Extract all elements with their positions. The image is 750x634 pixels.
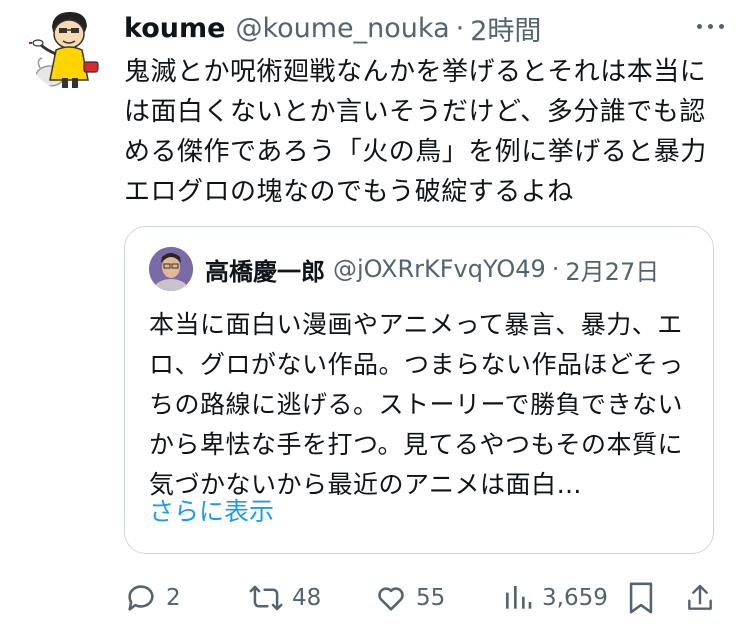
views-button[interactable]: 3,659 xyxy=(502,576,608,620)
show-more-link[interactable]: さらに表示 xyxy=(149,495,274,529)
bookmark-button[interactable] xyxy=(626,576,656,620)
quoted-post-card[interactable]: 高橋慶一郎 @jOXRrKFvqYO49 · 2月27日 本当に面白い漫画やアニ… xyxy=(124,226,714,554)
repost-button[interactable]: 48 xyxy=(248,576,321,620)
cartoon-farmer-avatar-icon xyxy=(29,12,99,88)
reply-button[interactable]: 2 xyxy=(124,576,181,620)
author-handle[interactable]: @koume_nouka xyxy=(235,13,449,44)
like-count: 55 xyxy=(416,585,446,611)
post-actions-bar: 2 48 55 3,659 xyxy=(0,576,750,620)
share-button[interactable] xyxy=(684,576,716,620)
reply-count: 2 xyxy=(166,585,181,611)
post[interactable]: koume @koume_nouka · 2時間 鬼滅とか呪術廻戦なんかを挙げる… xyxy=(0,0,750,634)
quoted-author-handle[interactable]: @jOXRrKFvqYO49 xyxy=(333,255,546,283)
more-button[interactable] xyxy=(690,14,730,38)
post-timestamp[interactable]: 2時間 xyxy=(470,9,541,48)
quoted-author-avatar[interactable] xyxy=(149,247,193,291)
more-dots-icon xyxy=(696,23,702,29)
separator-dot: · xyxy=(551,255,560,283)
repost-count: 48 xyxy=(292,585,322,611)
quoted-post-header: 高橋慶一郎 @jOXRrKFvqYO49 · 2月27日 xyxy=(205,249,659,289)
like-button[interactable]: 55 xyxy=(374,576,445,620)
heart-icon xyxy=(378,587,404,611)
quoted-post-text: 本当に面白い漫画やアニメって暴言、暴力、エロ、グロがない作品。つまらない作品ほど… xyxy=(149,310,684,499)
bookmark-icon xyxy=(629,582,653,614)
quoted-post-date[interactable]: 2月27日 xyxy=(565,252,659,287)
repost-icon xyxy=(249,585,283,611)
share-icon xyxy=(688,584,712,610)
person-photo-avatar-icon xyxy=(149,247,193,291)
reply-icon xyxy=(128,585,154,611)
post-header: koume @koume_nouka · 2時間 xyxy=(124,8,541,48)
author-display-name[interactable]: koume xyxy=(124,13,225,44)
views-chart-icon xyxy=(506,586,532,609)
post-text: 鬼滅とか呪術廻戦なんかを挙げるとそれは本当には面白くないとか言いそうだけど、多分… xyxy=(124,57,707,207)
quoted-author-display-name[interactable]: 高橋慶一郎 xyxy=(205,252,325,287)
views-count: 3,659 xyxy=(542,585,608,611)
author-avatar[interactable] xyxy=(28,6,104,90)
separator-dot: · xyxy=(455,12,465,44)
